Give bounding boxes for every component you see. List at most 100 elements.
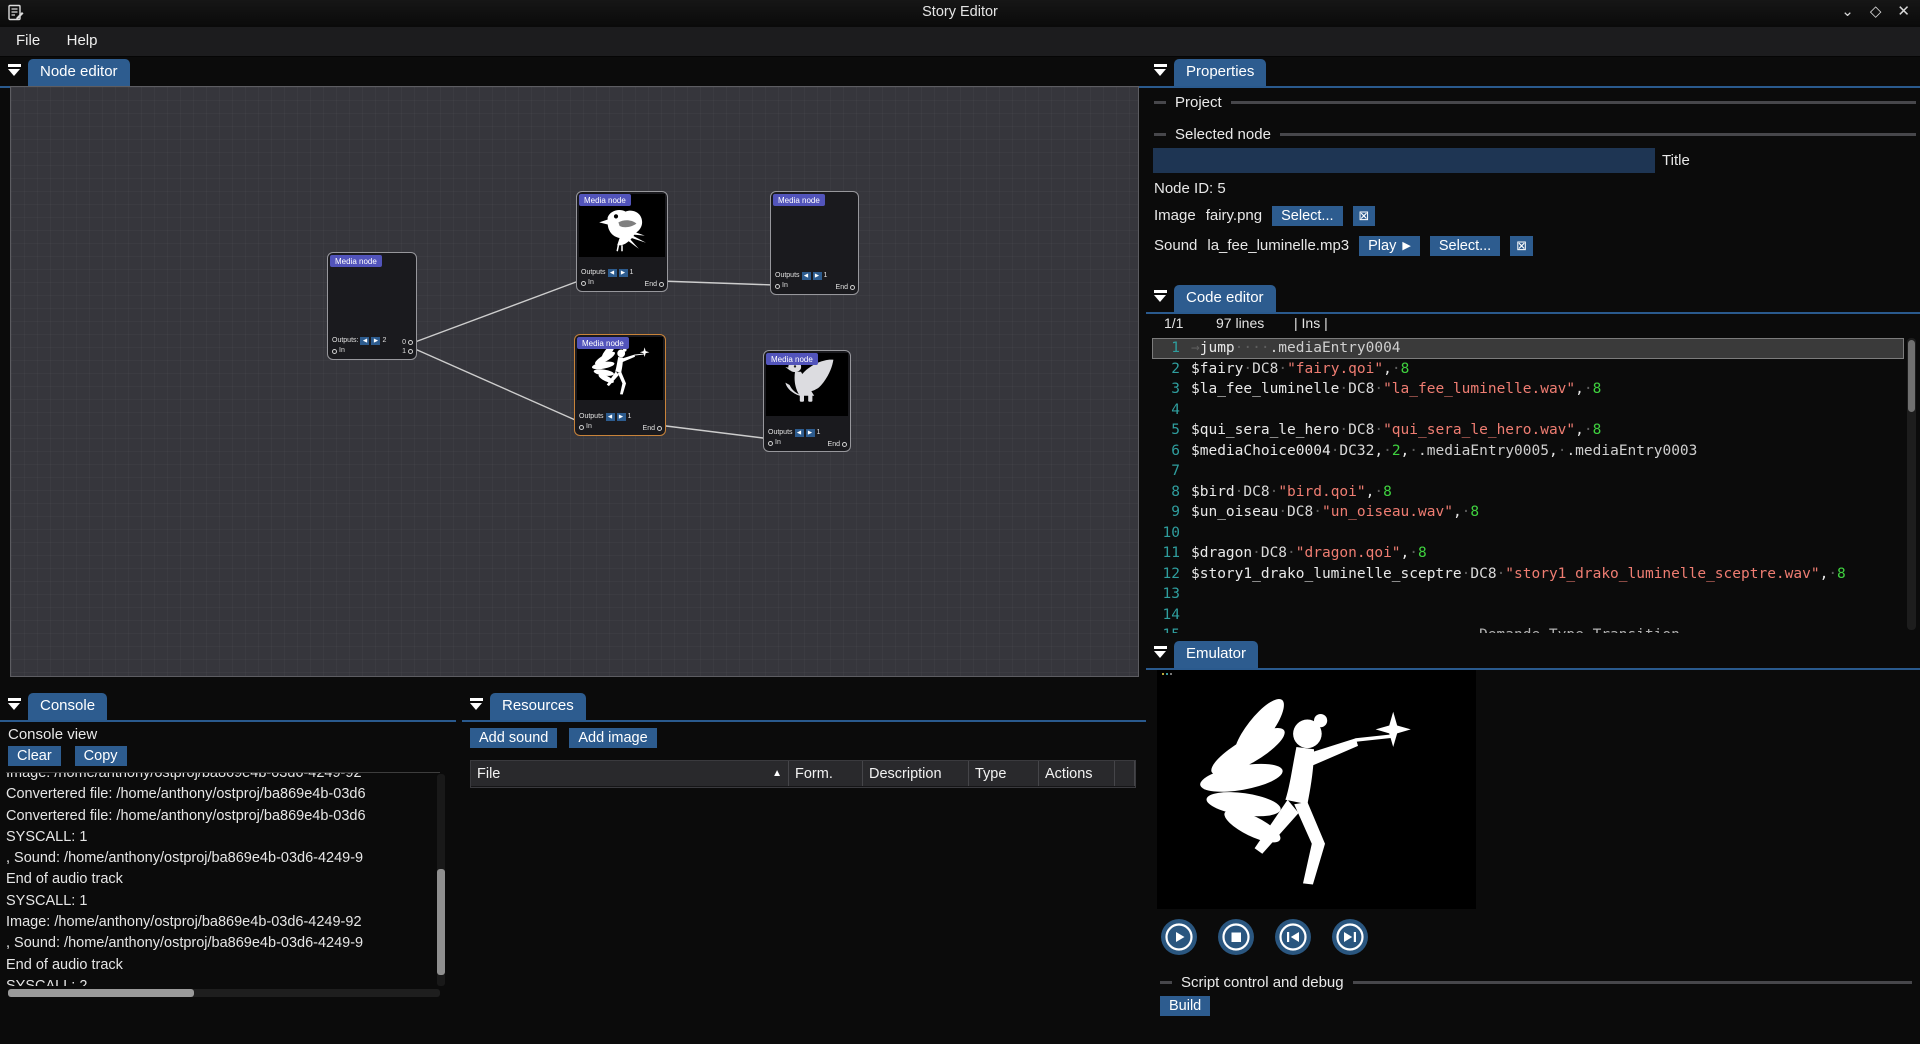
code-line[interactable]: 6$mediaChoice0004·DC32,·2,·.mediaEntry00… [1152,441,1904,462]
sound-select-button[interactable]: Select... [1430,236,1500,256]
title-input[interactable] [1153,148,1655,173]
code-line[interactable]: 13 [1152,584,1904,605]
build-button[interactable]: Build [1160,996,1210,1016]
collapse-panel-icon[interactable] [470,698,484,711]
node-input-port[interactable]: In [579,422,631,432]
node-fairy[interactable]: Media node Outputs ◀ ▶ 1 In End [574,334,666,436]
menu-help[interactable]: Help [56,27,109,49]
add-image-button[interactable]: Add image [569,728,656,748]
minimize-button[interactable]: ⌄ [1841,2,1854,20]
node-output-port[interactable]: End [836,284,855,291]
decrease-outputs-button[interactable]: ◀ [608,269,617,277]
scrollbar-thumb[interactable] [8,989,194,997]
node-input-port[interactable]: In [775,281,827,291]
increase-outputs-button[interactable]: ▶ [619,269,628,277]
node-outputs-control: Outputs ◀ ▶ 1 [775,271,827,281]
code-line[interactable]: 14 [1152,605,1904,626]
node-output-port[interactable]: 1 [402,347,413,356]
decrease-outputs-button[interactable]: ◀ [795,429,804,437]
code-line[interactable]: 10 [1152,523,1904,544]
column-header-form[interactable]: Form. [789,761,863,786]
column-header-description[interactable]: Description [863,761,969,786]
node-bird[interactable]: Media node Outputs ◀ ▶ 1 In End [576,191,668,292]
close-button[interactable]: ✕ [1897,2,1910,20]
code-line[interactable]: 12$story1_drako_luminelle_sceptre·DC8·"s… [1152,564,1904,585]
line-number: 12 [1152,564,1191,585]
increase-outputs-button[interactable]: ▶ [806,429,815,437]
node-input-port[interactable]: In [581,278,633,288]
node-start[interactable]: Media node Outputs: ◀ ▶ 2 In 0 [327,252,417,360]
step-forward-button[interactable] [1331,918,1369,956]
scrollbar-thumb[interactable] [1908,340,1915,412]
step-back-button[interactable] [1274,918,1312,956]
line-number: 7 [1152,461,1191,482]
column-header-type[interactable]: Type [969,761,1039,786]
code-line[interactable]: 4 [1152,400,1904,421]
maximize-button[interactable]: ◇ [1870,2,1882,20]
scrollbar-thumb[interactable] [437,869,445,975]
node-dragon[interactable]: Media node Outputs ◀ ▶ 1 In End [763,350,851,452]
node-input-port[interactable]: In [768,438,820,448]
emulator-screen[interactable] [1157,670,1476,909]
column-header-actions[interactable]: Actions [1039,761,1115,786]
code-line[interactable]: 8$bird·DC8·"bird.qoi",·8 [1152,482,1904,503]
image-clear-button[interactable]: ⊠ [1353,206,1376,226]
code-line[interactable]: 3$la_fee_luminelle·DC8·"la_fee_luminelle… [1152,379,1904,400]
console-log-line: , Sound: /home/anthony/ostproj/ba869e4b-… [6,848,440,869]
code-line[interactable]: 15 - - - - - - - - - Demande Type Transi… [1152,625,1904,633]
stop-button[interactable] [1217,918,1255,956]
sound-clear-button[interactable]: ⊠ [1510,236,1533,256]
increase-outputs-button[interactable]: ▶ [371,337,380,345]
tab-emulator[interactable]: Emulator [1174,641,1258,668]
play-button[interactable] [1160,918,1198,956]
code-line[interactable]: 9$un_oiseau·DC8·"un_oiseau.wav",·8 [1152,502,1904,523]
code-line[interactable]: 7 [1152,461,1904,482]
tab-resources[interactable]: Resources [490,693,586,720]
node-output-port[interactable]: End [828,441,847,448]
console-vertical-scrollbar[interactable] [437,774,445,986]
tab-node-editor[interactable]: Node editor [28,59,130,86]
console-log[interactable]: Image: /home/anthony/ostproj/ba869e4b-03… [6,772,440,986]
collapse-panel-icon[interactable] [1154,290,1168,303]
collapse-panel-icon[interactable] [1154,64,1168,77]
titlebar[interactable]: Story Editor ⌄ ◇ ✕ [0,0,1920,28]
node-canvas[interactable]: Media node Outputs: ◀ ▶ 2 In 0 [10,86,1139,677]
code-line[interactable]: 11$dragon·DC8·"dragon.qoi",·8 [1152,543,1904,564]
increase-outputs-button[interactable]: ▶ [617,413,626,421]
code-line[interactable]: 2$fairy·DC8·"fairy.qoi",·8 [1152,359,1904,380]
tab-properties[interactable]: Properties [1174,59,1266,86]
collapse-panel-icon[interactable] [8,64,22,77]
tab-console[interactable]: Console [28,693,107,720]
console-horizontal-scrollbar[interactable] [8,989,440,997]
image-select-button[interactable]: Select... [1272,206,1342,226]
code-line[interactable]: 1→jump····.mediaEntry0004 [1152,338,1904,359]
console-log-line: End of audio track [6,955,440,976]
node-type-badge: Media node [766,353,818,365]
console-copy-button[interactable]: Copy [75,746,127,766]
sound-play-button[interactable]: Play▶ [1359,236,1420,256]
collapse-panel-icon[interactable] [8,698,22,711]
node-end[interactable]: Media node Outputs ◀ ▶ 1 In End [770,191,859,295]
node-output-port[interactable]: 0 [402,338,413,347]
increase-outputs-button[interactable]: ▶ [813,272,822,280]
column-header-file[interactable]: File▲ [471,761,789,786]
code-text: $bird·DC8·"bird.qoi",·8 [1191,482,1392,503]
add-sound-button[interactable]: Add sound [470,728,557,748]
code-line[interactable]: 5$qui_sera_le_hero·DC8·"qui_sera_le_hero… [1152,420,1904,441]
line-number: 10 [1152,523,1191,544]
play-icon: ▶ [1402,239,1410,252]
line-number: 3 [1152,379,1191,400]
line-number: 2 [1152,359,1191,380]
code-area[interactable]: 1→jump····.mediaEntry00042$fairy·DC8·"fa… [1152,338,1904,633]
console-clear-button[interactable]: Clear [8,746,61,766]
code-scrollbar[interactable] [1907,338,1916,630]
node-output-port[interactable]: End [643,425,662,432]
menu-file[interactable]: File [5,27,51,49]
decrease-outputs-button[interactable]: ◀ [802,272,811,280]
decrease-outputs-button[interactable]: ◀ [606,413,615,421]
node-input-port[interactable]: In [332,346,386,356]
collapse-panel-icon[interactable] [1154,646,1168,659]
node-output-port[interactable]: End [645,281,664,288]
tab-code-editor[interactable]: Code editor [1174,285,1276,312]
decrease-outputs-button[interactable]: ◀ [360,337,369,345]
